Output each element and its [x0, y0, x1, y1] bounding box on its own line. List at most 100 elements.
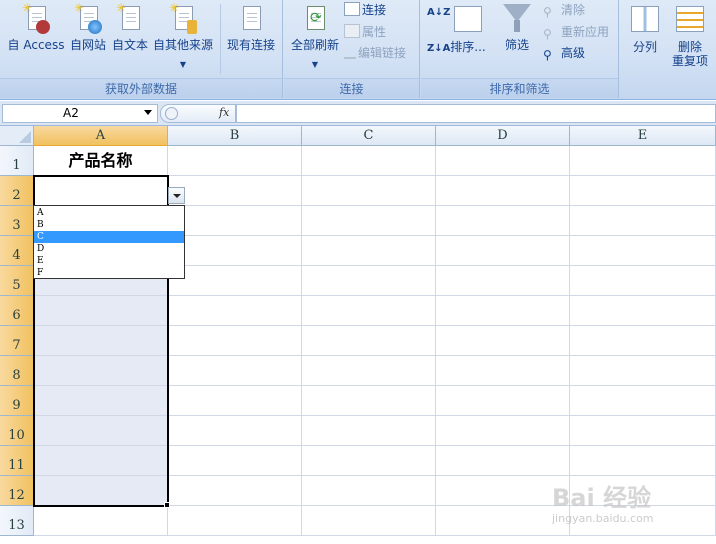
column-header-b[interactable]: B: [168, 126, 302, 146]
column-header-e[interactable]: E: [570, 126, 716, 146]
cell-c10[interactable]: [302, 416, 436, 446]
cell-c6[interactable]: [302, 296, 436, 326]
cell-d3[interactable]: [436, 206, 570, 236]
from-other-sources-button[interactable]: ✳ 自其他来源 ▼: [150, 2, 216, 72]
cell-a1[interactable]: 产品名称: [34, 146, 168, 176]
cell-c12[interactable]: [302, 476, 436, 506]
cell-e6[interactable]: [570, 296, 716, 326]
cell-c9[interactable]: [302, 386, 436, 416]
cell-c1[interactable]: [302, 146, 436, 176]
validation-dropdown-list[interactable]: ABCDEF: [33, 205, 185, 279]
text-to-columns-button[interactable]: 分列: [626, 2, 664, 54]
cell-b2[interactable]: [168, 176, 302, 206]
select-all-button[interactable]: [0, 126, 34, 146]
row-header-11[interactable]: 11: [0, 446, 34, 476]
row-header-1[interactable]: 1: [0, 146, 34, 176]
column-header-a[interactable]: A: [34, 126, 168, 146]
from-text-button[interactable]: ✳ 自文本: [110, 2, 150, 52]
cell-a12[interactable]: [34, 476, 168, 506]
row-header-4[interactable]: 4: [0, 236, 34, 266]
cell-e1[interactable]: [570, 146, 716, 176]
cell-b12[interactable]: [168, 476, 302, 506]
reapply-button[interactable]: ⚲ 重新应用: [543, 22, 609, 42]
cell-a11[interactable]: [34, 446, 168, 476]
cell-d8[interactable]: [436, 356, 570, 386]
properties-button[interactable]: 属性: [344, 22, 386, 42]
cell-c7[interactable]: [302, 326, 436, 356]
cell-e10[interactable]: [570, 416, 716, 446]
cell-a9[interactable]: [34, 386, 168, 416]
dropdown-option[interactable]: B: [34, 219, 184, 231]
column-header-c[interactable]: C: [302, 126, 436, 146]
row-header-6[interactable]: 6: [0, 296, 34, 326]
dropdown-option[interactable]: E: [34, 255, 184, 267]
cell-d2[interactable]: [436, 176, 570, 206]
cell-d7[interactable]: [436, 326, 570, 356]
cell-c11[interactable]: [302, 446, 436, 476]
edit-links-button[interactable]: 编辑链接: [344, 43, 406, 63]
sort-descending-button[interactable]: Z↓A: [427, 44, 450, 54]
sort-ascending-button[interactable]: A↓Z: [427, 8, 450, 18]
cell-a10[interactable]: [34, 416, 168, 446]
dropdown-option[interactable]: D: [34, 243, 184, 255]
cell-b4[interactable]: [168, 236, 302, 266]
from-access-button[interactable]: ✳ 自 Access: [6, 2, 66, 52]
cell-c2[interactable]: [302, 176, 436, 206]
cell-b5[interactable]: [168, 266, 302, 296]
advanced-button[interactable]: ⚲ 高级: [543, 43, 585, 63]
cell-a13[interactable]: [34, 506, 168, 536]
cell-e11[interactable]: [570, 446, 716, 476]
insert-function-button[interactable]: fx: [160, 104, 236, 123]
column-header-d[interactable]: D: [436, 126, 570, 146]
cell-d11[interactable]: [436, 446, 570, 476]
cell-d9[interactable]: [436, 386, 570, 416]
dropdown-option[interactable]: F: [34, 267, 184, 279]
refresh-all-button[interactable]: ⟳ 全部刷新 ▼: [288, 2, 342, 72]
row-header-7[interactable]: 7: [0, 326, 34, 356]
row-header-13[interactable]: 13: [0, 506, 34, 536]
cell-c13[interactable]: [302, 506, 436, 536]
cell-a7[interactable]: [34, 326, 168, 356]
cell-d6[interactable]: [436, 296, 570, 326]
cell-e9[interactable]: [570, 386, 716, 416]
cell-b6[interactable]: [168, 296, 302, 326]
dropdown-option[interactable]: C: [34, 231, 184, 243]
cell-c5[interactable]: [302, 266, 436, 296]
existing-connections-button[interactable]: 现有连接: [222, 2, 280, 52]
cell-b9[interactable]: [168, 386, 302, 416]
row-header-5[interactable]: 5: [0, 266, 34, 296]
cell-b7[interactable]: [168, 326, 302, 356]
cell-e7[interactable]: [570, 326, 716, 356]
row-header-2[interactable]: 2: [0, 176, 34, 206]
cell-d4[interactable]: [436, 236, 570, 266]
cell-c3[interactable]: [302, 206, 436, 236]
cell-a6[interactable]: [34, 296, 168, 326]
cell-a8[interactable]: [34, 356, 168, 386]
row-header-3[interactable]: 3: [0, 206, 34, 236]
cell-b8[interactable]: [168, 356, 302, 386]
remove-duplicates-button[interactable]: 删除 重复项: [668, 2, 712, 68]
cell-e2[interactable]: [570, 176, 716, 206]
formula-bar-expand-icon[interactable]: [165, 107, 178, 120]
cell-d1[interactable]: [436, 146, 570, 176]
cell-b10[interactable]: [168, 416, 302, 446]
cell-a2[interactable]: [34, 176, 168, 206]
sort-button[interactable]: 排序...: [447, 2, 489, 54]
cell-b1[interactable]: [168, 146, 302, 176]
row-header-8[interactable]: 8: [0, 356, 34, 386]
connections-button[interactable]: 连接: [344, 0, 386, 20]
cell-b13[interactable]: [168, 506, 302, 536]
name-box[interactable]: A2: [2, 104, 158, 123]
formula-input[interactable]: [236, 104, 716, 123]
cell-e4[interactable]: [570, 236, 716, 266]
row-header-9[interactable]: 9: [0, 386, 34, 416]
from-web-button[interactable]: ✳ 自网站: [66, 2, 110, 52]
cell-b11[interactable]: [168, 446, 302, 476]
row-header-12[interactable]: 12: [0, 476, 34, 506]
cell-c4[interactable]: [302, 236, 436, 266]
row-header-10[interactable]: 10: [0, 416, 34, 446]
name-box-dropdown-icon[interactable]: [144, 110, 152, 115]
dropdown-option[interactable]: A: [34, 207, 184, 219]
fill-handle[interactable]: [164, 502, 170, 508]
cell-e5[interactable]: [570, 266, 716, 296]
